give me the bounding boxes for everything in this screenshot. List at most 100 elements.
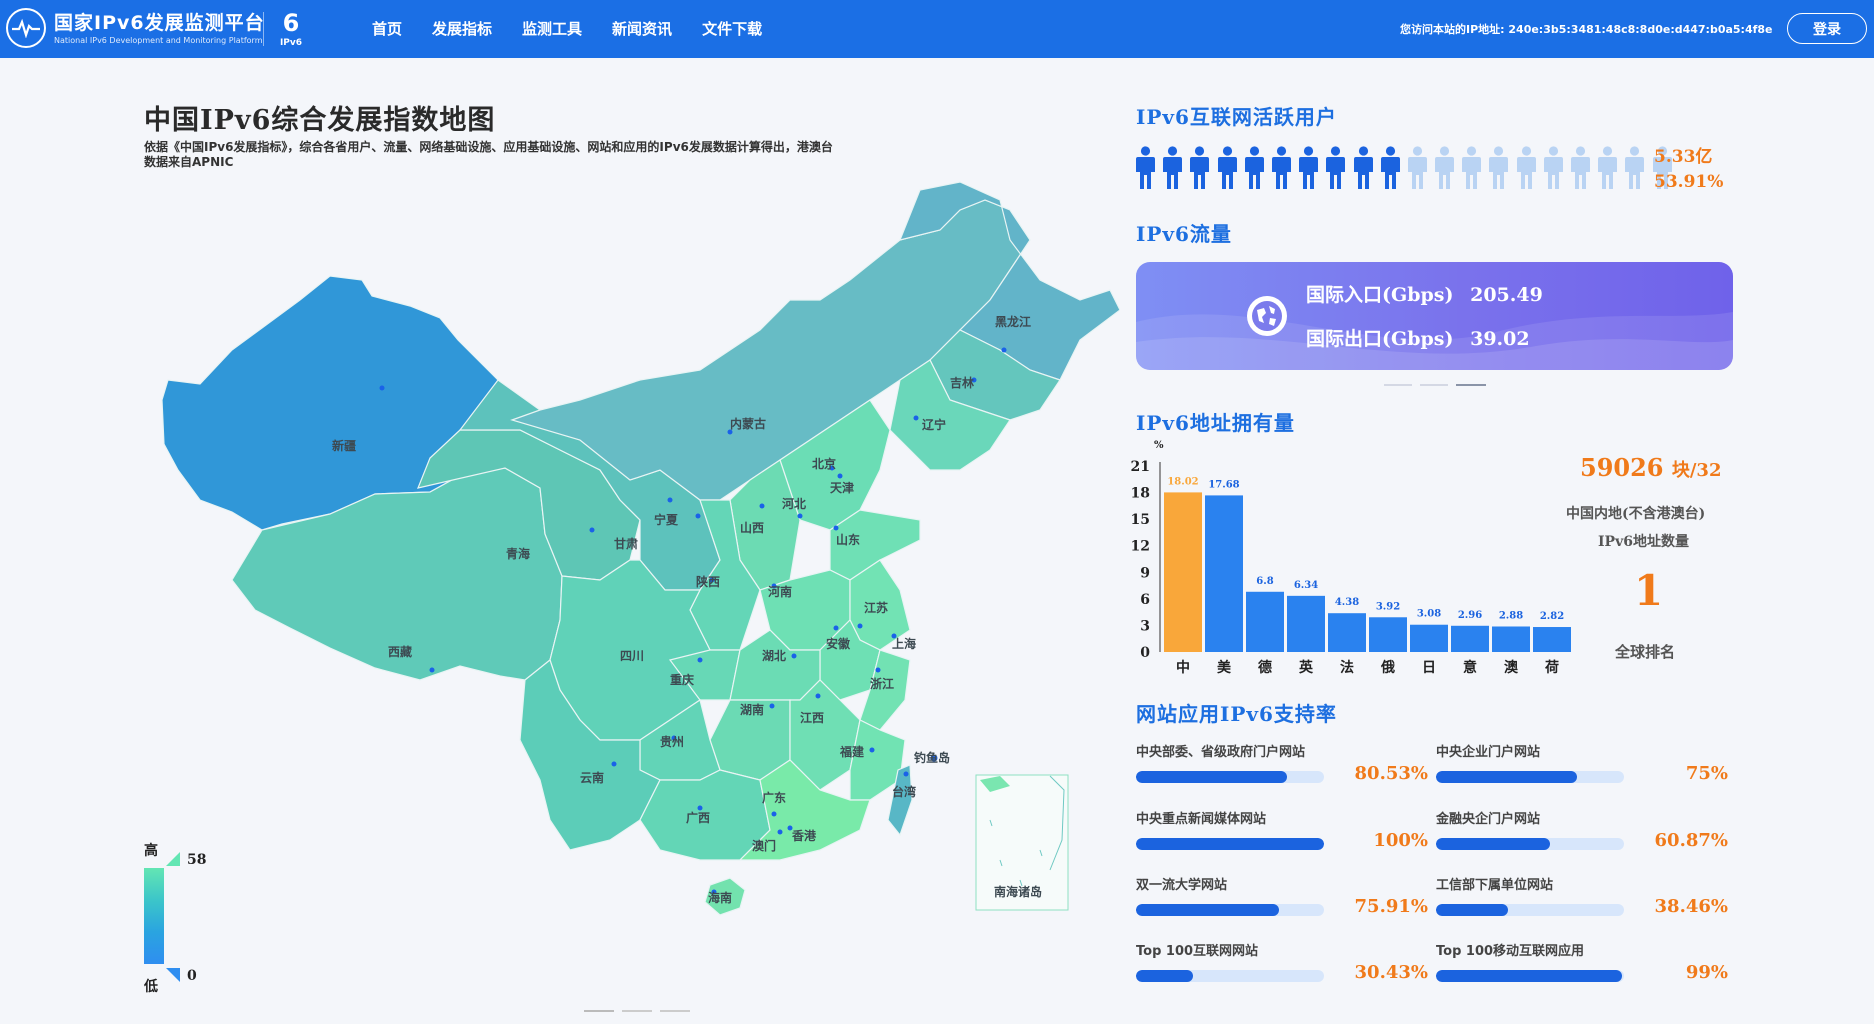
site-support-label: Top 100移动互联网应用 — [1436, 944, 1585, 959]
person-icon — [1380, 146, 1400, 194]
bar — [1410, 624, 1448, 652]
outbound-value: 39.02 — [1470, 328, 1530, 350]
label-zhejiang: 浙江 — [870, 676, 894, 691]
site-support-track — [1136, 970, 1324, 982]
bar-value-label: 18.02 — [1167, 476, 1198, 487]
legend-max-value: 58 — [187, 852, 207, 868]
label-hainan: 海南 — [708, 890, 732, 905]
label-south-china-sea: 南海诸岛 — [994, 884, 1042, 899]
site-support-percent: 30.43% — [1354, 962, 1428, 983]
traffic-title: IPv6流量 — [1136, 222, 1232, 246]
pulse-logo-icon — [6, 8, 46, 48]
label-qinghai: 青海 — [506, 546, 530, 561]
label-hunan: 湖南 — [740, 702, 764, 717]
bar-value-label: 17.68 — [1208, 479, 1239, 490]
category-label: 澳 — [1504, 659, 1519, 676]
y-tick-label: 9 — [1140, 565, 1150, 581]
carousel-indicator[interactable] — [622, 1010, 652, 1012]
site-support-fill — [1136, 771, 1288, 783]
nav-indicators[interactable]: 发展指标 — [432, 18, 492, 39]
site-support-label: 工信部下属单位网站 — [1436, 878, 1554, 893]
site-support-label: 中央重点新闻媒体网站 — [1136, 812, 1267, 827]
label-hebei: 河北 — [781, 496, 806, 511]
person-icon — [1163, 146, 1183, 194]
person-icon — [1136, 146, 1155, 194]
traffic-carousel-dot-active[interactable] — [1456, 384, 1486, 386]
ipv6-badge-label: IPv6 — [279, 38, 303, 48]
inbound-traffic: 国际入口(Gbps) 205.49 — [1306, 280, 1543, 307]
carousel-indicator-active[interactable] — [584, 1010, 614, 1012]
inbound-label: 国际入口(Gbps) — [1306, 284, 1454, 306]
site-support-percent: 75.91% — [1354, 896, 1428, 917]
legend-min-handle[interactable] — [166, 968, 180, 982]
legend-gradient-bar[interactable] — [144, 868, 164, 964]
label-beijing: 北京 — [812, 456, 836, 471]
site-support-percent: 38.46% — [1654, 896, 1728, 917]
label-heilongjiang: 黑龙江 — [995, 314, 1031, 329]
address-count: 59026 块/32 — [1580, 453, 1721, 482]
label-inner-mongolia: 内蒙古 — [730, 416, 766, 431]
site-support-item: 中央重点新闻媒体网站 100% — [1136, 808, 1428, 858]
site-support-item: 金融央企门户网站 60.87% — [1436, 808, 1728, 858]
nav-tools[interactable]: 监测工具 — [522, 18, 582, 39]
platform-title: 国家IPv6发展监测平台 — [54, 11, 265, 34]
label-anhui: 安徽 — [826, 636, 851, 651]
site-support-item: 工信部下属单位网站 38.46% — [1436, 874, 1728, 924]
bar — [1492, 626, 1530, 652]
label-diaoyu-island: 钓鱼岛 — [914, 750, 950, 765]
person-icon — [1543, 146, 1563, 194]
y-tick-label: 15 — [1131, 512, 1150, 528]
label-tianjin: 天津 — [830, 480, 854, 495]
bar — [1164, 492, 1202, 652]
address-desc-line2: IPv6地址数量 — [1598, 534, 1689, 550]
global-rank-value: 1 — [1634, 566, 1664, 615]
label-jilin: 吉林 — [950, 375, 974, 390]
active-users-title: IPv6互联网活跃用户 — [1136, 105, 1337, 129]
traffic-carousel-dot[interactable] — [1384, 384, 1412, 386]
site-support-percent: 60.87% — [1654, 830, 1728, 851]
carousel-indicator[interactable] — [660, 1010, 690, 1012]
site-support-fill — [1136, 970, 1194, 982]
platform-logo[interactable]: 国家IPv6发展监测平台 National IPv6 Development a… — [6, 8, 265, 48]
address-bar-chart[interactable]: % 0 3 6 9 12 15 18 21 18.02 中 17.68 美 6.8 德 6.34 英 4.38 法 3… — [1128, 436, 1578, 680]
traffic-carousel-dot[interactable] — [1420, 384, 1448, 386]
site-support-percent: 100% — [1373, 830, 1428, 851]
site-support-label: 中央部委、省级政府门户网站 — [1136, 745, 1306, 760]
category-label: 法 — [1340, 659, 1354, 676]
bar — [1451, 625, 1489, 652]
nav-downloads[interactable]: 文件下载 — [702, 18, 762, 39]
site-support-item: Top 100互联网网站 30.43% — [1136, 940, 1428, 990]
site-support-track — [1436, 970, 1624, 982]
legend-max-handle[interactable] — [166, 852, 180, 866]
address-count-value: 59026 — [1580, 453, 1664, 482]
site-support-percent: 99% — [1685, 962, 1728, 983]
site-support-title: 网站应用IPv6支持率 — [1136, 702, 1337, 726]
label-shaanxi: 陕西 — [696, 574, 720, 589]
ipv6-badge: 6 IPv6 — [276, 8, 306, 52]
site-support-track — [1136, 771, 1324, 783]
person-icon — [1625, 146, 1645, 194]
global-rank-label: 全球排名 — [1615, 643, 1676, 661]
nav-news[interactable]: 新闻资讯 — [612, 18, 672, 39]
bar — [1205, 495, 1243, 652]
label-jiangxi: 江西 — [800, 710, 824, 725]
category-label: 意 — [1463, 659, 1477, 676]
site-support-label: 金融央企门户网站 — [1436, 812, 1541, 827]
person-icon — [1516, 146, 1536, 194]
nav-home[interactable]: 首页 — [372, 18, 402, 39]
label-yunnan: 云南 — [580, 770, 604, 785]
main-nav: 首页 发展指标 监测工具 新闻资讯 文件下载 — [372, 18, 792, 39]
site-support-item: 中央企业门户网站 75% — [1436, 741, 1728, 791]
site-support-fill — [1136, 838, 1324, 850]
label-fujian: 福建 — [839, 744, 865, 759]
legend-low-label: 低 — [144, 979, 158, 995]
label-chongqing: 重庆 — [670, 672, 694, 687]
label-hubei: 湖北 — [762, 648, 786, 663]
y-axis-unit: % — [1154, 440, 1164, 451]
login-button[interactable]: 登录 — [1787, 13, 1867, 44]
label-sichuan: 四川 — [620, 649, 644, 663]
china-map[interactable]: 南海诸岛 黑龙江 吉林 辽宁 内蒙古 北京 天津 河北 宁夏 山西 山东 甘肃 … — [140, 170, 1120, 930]
legend-high-label: 高 — [144, 843, 158, 859]
inbound-value: 205.49 — [1470, 284, 1543, 306]
site-support-percent: 80.53% — [1354, 763, 1428, 784]
